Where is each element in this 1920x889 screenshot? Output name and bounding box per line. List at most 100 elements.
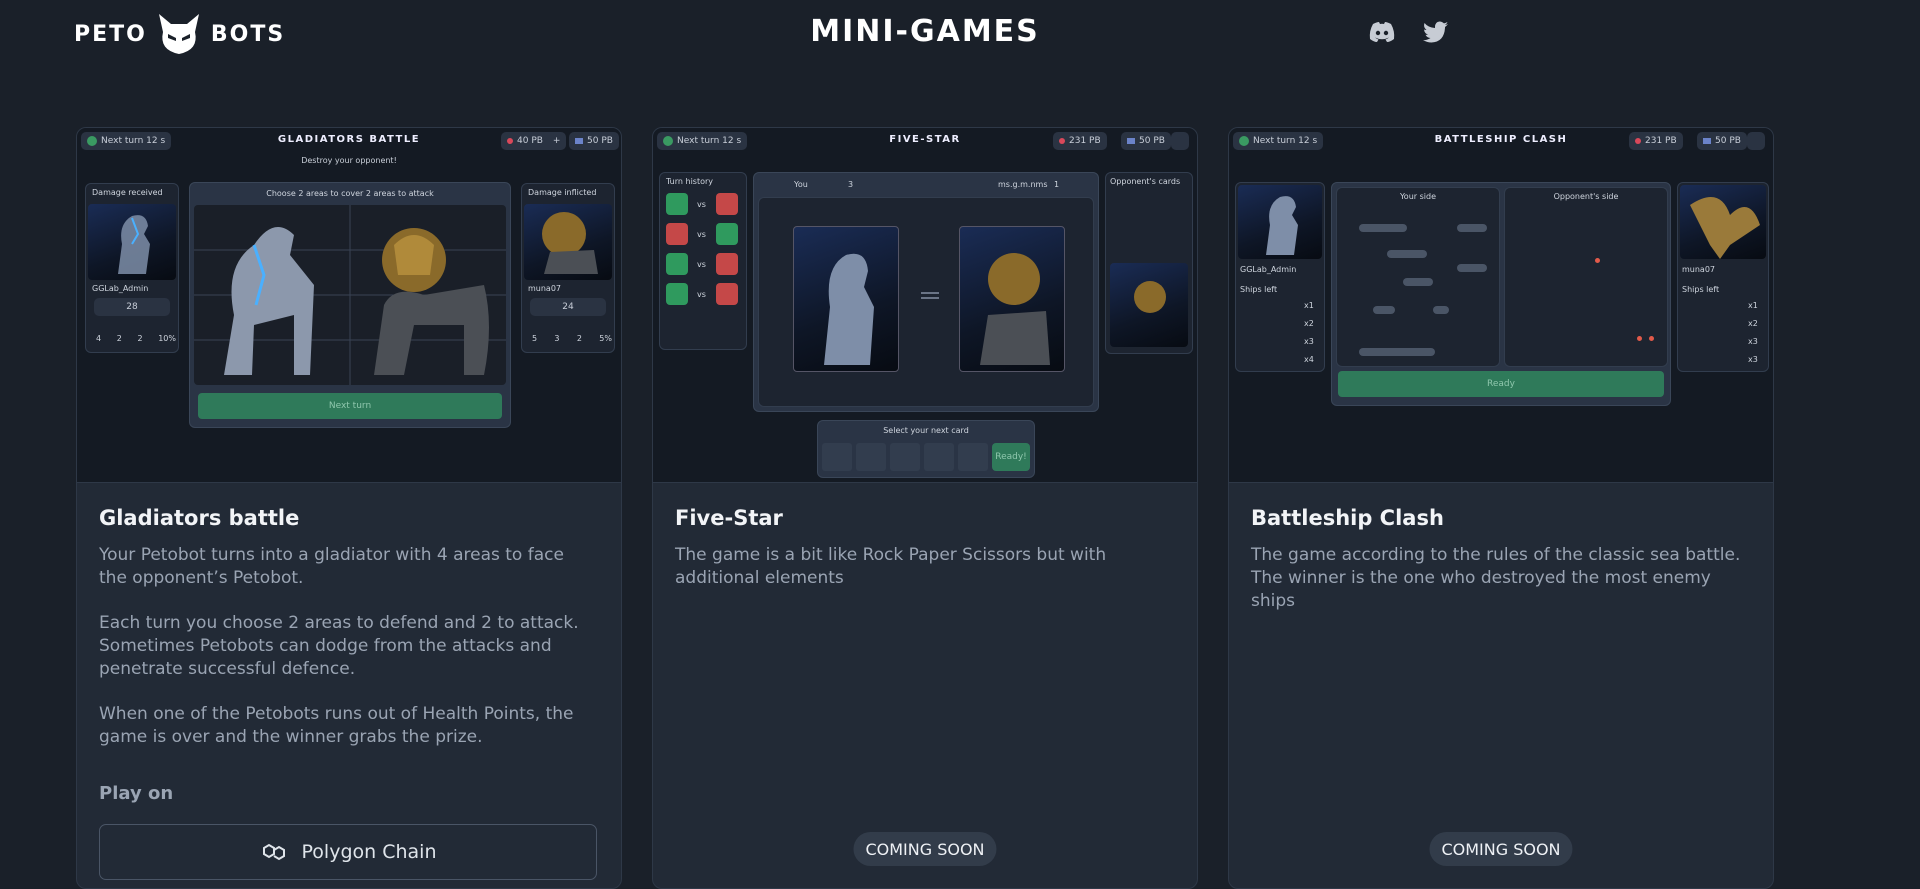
pb-red-text: 231 PB: [1069, 136, 1101, 146]
desc-paragraph: Each turn you choose 2 areas to defend a…: [99, 613, 579, 679]
polygon-chain-button[interactable]: Polygon Chain: [99, 824, 597, 880]
pb-red-text: 40 PB: [517, 136, 543, 146]
plus-icon: +: [552, 136, 561, 146]
history-card-icon: [666, 223, 688, 245]
ship: [1373, 306, 1395, 314]
vs-label: vs: [697, 290, 706, 299]
right-hp-value: 24: [562, 302, 574, 312]
pb-blue-text: 50 PB: [1139, 136, 1165, 146]
pb-balance-red: 40 PB +: [501, 132, 567, 150]
site-header: PETO BOTS MINI-GAMES: [0, 0, 1920, 70]
arena-art[interactable]: [194, 205, 506, 385]
game-preview-five-star: Next turn 12 s FIVE-STAR 231 PB 50 PB Tu…: [653, 128, 1197, 483]
right-player-panel: muna07 Ships left x1 x2 x3 x3: [1677, 182, 1769, 372]
left-player-art: [1238, 185, 1322, 259]
right-player-panel: Damage inflicted muna07 24 5 3 2 5%: [521, 183, 615, 353]
twitter-icon[interactable]: [1422, 20, 1450, 44]
ready-button[interactable]: Ready!: [992, 443, 1030, 471]
hit-marker: [1595, 258, 1600, 263]
ship: [1433, 306, 1449, 314]
history-card-icon: [716, 193, 738, 215]
ships-left-label: Ships left: [1240, 285, 1278, 294]
ship-count: x3: [1748, 355, 1758, 364]
hand-card-option[interactable]: [924, 443, 954, 471]
stat-value: 10%: [158, 334, 176, 343]
game-preview-battleship: Next turn 12 s BATTLESHIP CLASH 231 PB 5…: [1229, 128, 1773, 483]
your-card-art: [793, 226, 899, 372]
pb-balance-blue: 50 PB: [569, 132, 619, 150]
left-player-panel: GGLab_Admin Ships left x1 x2 x3 x4: [1235, 182, 1325, 372]
play-on-label: Play on: [99, 783, 174, 804]
desc-paragraph: When one of the Petobots runs out of Hea…: [99, 704, 574, 747]
card-description: Your Petobot turns into a gladiator with…: [99, 544, 589, 771]
coming-soon-badge: COMING SOON: [853, 832, 997, 866]
game-preview-gladiators: Next turn 12 s GLADIATORS BATTLE 40 PB +…: [77, 128, 621, 483]
hand-card-option[interactable]: [822, 443, 852, 471]
menu-icon[interactable]: [1747, 132, 1765, 150]
desc-paragraph: The game according to the rules of the c…: [1251, 545, 1741, 611]
preview-title: FIVE-STAR: [889, 134, 961, 145]
duel-panel: You 3 ms.g.m.nms 1: [753, 172, 1099, 412]
ship-count: x1: [1304, 301, 1314, 310]
ship-count: x3: [1304, 337, 1314, 346]
damage-inflicted-label: Damage inflicted: [528, 188, 597, 197]
ship-count: x4: [1304, 355, 1314, 364]
desc-paragraph: The game is a bit like Rock Paper Scisso…: [675, 545, 1107, 588]
hit-marker: [1649, 336, 1654, 341]
left-player-art: [88, 204, 176, 280]
ship-count: x2: [1748, 319, 1758, 328]
hand-card-option[interactable]: [890, 443, 920, 471]
history-card-icon: [716, 223, 738, 245]
right-stats: 5 3 2 5%: [532, 334, 612, 343]
ship-count: x1: [1748, 301, 1758, 310]
vs-label: vs: [697, 200, 706, 209]
stat-value: 2: [116, 334, 122, 343]
card-description: The game is a bit like Rock Paper Scisso…: [675, 544, 1165, 612]
card-select-panel: Select your next card Ready!: [817, 420, 1035, 478]
ship-count: x2: [1304, 319, 1314, 328]
opponent-score: 1: [1054, 180, 1060, 189]
ready-button[interactable]: Ready: [1338, 371, 1664, 397]
your-side-label: Your side: [1399, 192, 1436, 201]
history-card-icon: [716, 253, 738, 275]
left-player-panel: Damage received GGLab_Admin 28 4 2 2 10%: [85, 183, 179, 353]
game-card-gladiators: Next turn 12 s GLADIATORS BATTLE 40 PB +…: [76, 127, 622, 889]
ship: [1403, 278, 1433, 286]
stat-value: 4: [96, 334, 102, 343]
blue-gem-icon: [1127, 138, 1135, 144]
right-player-art: [1680, 185, 1766, 259]
ship-count: x3: [1748, 337, 1758, 346]
boards-panel: Your side Opponent's side Ready: [1331, 182, 1671, 406]
left-hp-value: 28: [126, 302, 138, 312]
pb-balance-blue: 50 PB: [1697, 132, 1747, 150]
pb-balance-red: 231 PB: [1053, 132, 1107, 150]
discord-icon[interactable]: [1368, 20, 1396, 44]
hand-card-option[interactable]: [856, 443, 886, 471]
blue-gem-icon: [575, 138, 583, 144]
next-turn-button[interactable]: Next turn: [198, 393, 502, 419]
your-board[interactable]: Your side: [1336, 187, 1500, 367]
hand-card-option[interactable]: [958, 443, 988, 471]
stat-value: 5%: [599, 334, 612, 343]
page-title: MINI-GAMES: [810, 14, 1040, 49]
duel-field: [758, 197, 1094, 407]
red-gem-icon: [507, 138, 513, 144]
right-player-name: muna07: [1682, 265, 1716, 274]
opponent-side-label: Opponent's side: [1553, 192, 1619, 201]
red-gem-icon: [1059, 138, 1065, 144]
blue-gem-icon: [1703, 138, 1711, 144]
stat-value: 5: [532, 334, 538, 343]
left-player-name: GGLab_Admin: [1240, 265, 1297, 274]
ship: [1359, 348, 1435, 356]
opponent-board[interactable]: Opponent's side: [1504, 187, 1668, 367]
arena-instructions: Choose 2 areas to cover 2 areas to attac…: [266, 189, 434, 198]
right-player-name: muna07: [528, 284, 562, 293]
game-card-battleship: Next turn 12 s BATTLESHIP CLASH 231 PB 5…: [1228, 127, 1774, 889]
menu-icon[interactable]: [1171, 132, 1189, 150]
desc-paragraph: Your Petobot turns into a gladiator with…: [99, 545, 564, 588]
stat-value: 2: [137, 334, 143, 343]
pb-red-text: 231 PB: [1645, 136, 1677, 146]
vs-label: vs: [697, 230, 706, 239]
opponent-card-art: [959, 226, 1065, 372]
social-links: [1368, 20, 1450, 44]
